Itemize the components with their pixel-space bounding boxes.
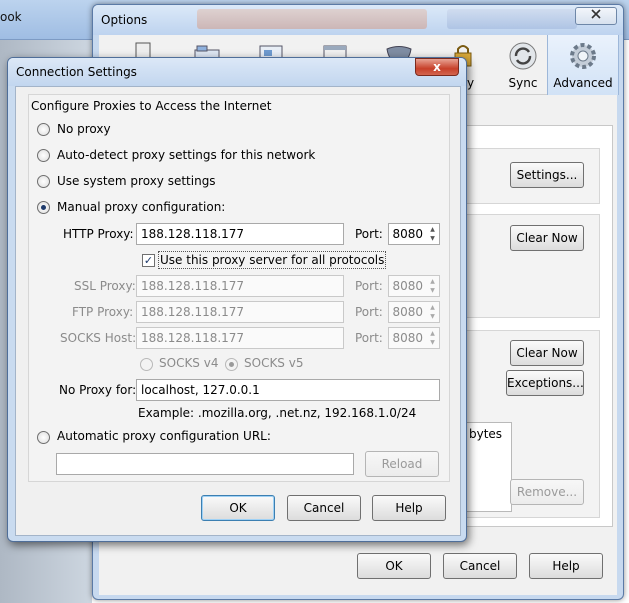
options-title: Options <box>101 13 148 27</box>
spinner-icon[interactable]: ▲ ▼ <box>427 277 438 295</box>
dialog-ok-button[interactable]: OK <box>201 495 275 521</box>
options-titlebar: Options <box>93 5 623 35</box>
ssl-port-label: Port: <box>355 279 383 293</box>
spinner-icon[interactable]: ▲ ▼ <box>427 303 438 321</box>
no-proxy-for-label: No Proxy for: <box>59 383 137 397</box>
dialog-body: Configure Proxies to Access the Internet… <box>15 86 461 536</box>
offline-size-text: bytes <box>469 427 503 441</box>
connection-settings-titlebar: Connection Settings x <box>8 58 466 86</box>
radio-no-proxy[interactable] <box>37 123 50 136</box>
radio-socks-v5[interactable] <box>225 358 238 371</box>
ftp-port-value: 8080 <box>392 305 423 319</box>
spinner-icon[interactable]: ▲ ▼ <box>427 225 438 243</box>
radio-manual-proxy[interactable] <box>37 201 50 214</box>
ftp-proxy-label: FTP Proxy: <box>72 305 134 319</box>
dialog-help-button[interactable]: Help <box>372 495 446 521</box>
group-heading: Configure Proxies to Access the Internet <box>31 99 272 113</box>
auto-config-url-input[interactable] <box>56 453 354 475</box>
http-proxy-input[interactable]: 188.128.118.177 <box>136 223 344 245</box>
radio-socks-v4[interactable] <box>140 358 153 371</box>
offline-apps-list[interactable]: bytes <box>466 422 512 512</box>
radio-system-proxy[interactable] <box>37 175 50 188</box>
connection-settings-dialog: Connection Settings x Configure Proxies … <box>7 57 467 542</box>
socks-v4-label: SOCKS v4 <box>159 356 219 370</box>
http-port-label: Port: <box>355 227 383 241</box>
dialog-cancel-button[interactable]: Cancel <box>287 495 361 521</box>
background-window-title: ook <box>0 10 22 24</box>
background-tab <box>197 9 427 29</box>
remove-button[interactable]: Remove... <box>510 479 584 505</box>
background-tab <box>447 9 577 29</box>
ssl-port-value: 8080 <box>392 279 423 293</box>
exceptions-button[interactable]: Exceptions... <box>506 370 584 396</box>
use-all-protocols-checkbox[interactable]: ✓ <box>142 254 155 267</box>
tab-sync-label: Sync <box>508 76 538 90</box>
tab-advanced[interactable]: Advanced <box>547 35 619 95</box>
advanced-gear-icon <box>570 43 596 69</box>
manual-proxy-label: Manual proxy configuration: <box>57 200 226 214</box>
socks-host-label: SOCKS Host: <box>60 331 137 345</box>
ftp-port-label: Port: <box>355 305 383 319</box>
no-proxy-for-input[interactable]: localhost, 127.0.0.1 <box>136 379 440 401</box>
reload-button[interactable]: Reload <box>365 451 439 477</box>
auto-detect-label: Auto-detect proxy settings for this netw… <box>57 148 316 162</box>
sync-icon <box>509 42 537 70</box>
radio-auto-detect[interactable] <box>37 149 50 162</box>
socks-port-value: 8080 <box>392 331 423 345</box>
close-icon: x <box>433 60 441 74</box>
ssl-port-input[interactable]: 8080 ▲ ▼ <box>388 275 440 297</box>
socks-port-input[interactable]: 8080 ▲ ▼ <box>388 327 440 349</box>
auto-config-url-label: Automatic proxy configuration URL: <box>57 429 271 443</box>
clear-now-button[interactable]: Clear Now <box>510 225 584 251</box>
ssl-proxy-label: SSL Proxy: <box>74 279 136 293</box>
http-port-value: 8080 <box>392 227 423 241</box>
http-proxy-label: HTTP Proxy: <box>63 227 134 241</box>
socks-port-label: Port: <box>355 331 383 345</box>
dialog-close-button[interactable]: x <box>415 58 459 76</box>
settings-button[interactable]: Settings... <box>510 162 584 188</box>
ssl-proxy-input[interactable]: 188.128.118.177 <box>136 275 344 297</box>
use-all-protocols-label: Use this proxy server for all protocols <box>158 251 387 269</box>
spinner-icon[interactable]: ▲ ▼ <box>427 329 438 347</box>
ftp-port-input[interactable]: 8080 ▲ ▼ <box>388 301 440 323</box>
options-ok-button[interactable]: OK <box>357 553 431 579</box>
radio-auto-config-url[interactable] <box>37 431 50 444</box>
socks-host-input[interactable]: 188.128.118.177 <box>136 327 344 349</box>
socks-v5-label: SOCKS v5 <box>244 356 304 370</box>
options-cancel-button[interactable]: Cancel <box>443 553 517 579</box>
close-icon <box>591 9 601 19</box>
options-close-button[interactable] <box>575 7 617 25</box>
http-port-input[interactable]: 8080 ▲ ▼ <box>388 223 440 245</box>
options-help-button[interactable]: Help <box>529 553 603 579</box>
tab-advanced-label: Advanced <box>553 76 613 90</box>
no-proxy-label: No proxy <box>57 122 111 136</box>
ftp-proxy-input[interactable]: 188.128.118.177 <box>136 301 344 323</box>
dialog-title: Connection Settings <box>16 65 137 79</box>
system-proxy-label: Use system proxy settings <box>57 174 216 188</box>
clear-now-offline-button[interactable]: Clear Now <box>510 340 584 366</box>
example-text: Example: .mozilla.org, .net.nz, 192.168.… <box>138 406 417 420</box>
tab-sync[interactable]: Sync <box>491 35 555 95</box>
